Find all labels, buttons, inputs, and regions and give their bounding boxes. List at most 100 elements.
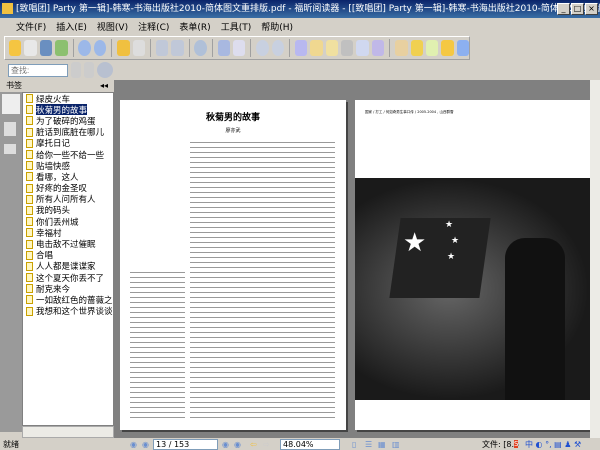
open-icon[interactable]: [9, 40, 22, 56]
bookmark-item[interactable]: 给你一些不给一些: [23, 149, 113, 160]
menu-tools[interactable]: 工具(T): [221, 20, 252, 33]
facing-button[interactable]: ▦: [378, 440, 386, 449]
email-icon[interactable]: [55, 40, 68, 56]
fit-page-icon[interactable]: [217, 40, 230, 56]
bookmark-item[interactable]: 幸福村: [23, 227, 113, 238]
bookmark-icon: [26, 250, 33, 260]
back-button[interactable]: ⇦: [250, 440, 257, 449]
document-area: 秋菊男的故事 廖亦武 国家 / 打工 / 何如奇男生事口传 / 2005.200…: [114, 80, 590, 438]
close-button[interactable]: ×: [585, 3, 598, 15]
snapshot-icon[interactable]: [371, 40, 385, 56]
zoom-out-icon[interactable]: [256, 40, 269, 56]
menu-comment[interactable]: 注释(C): [138, 20, 169, 33]
find-next-icon[interactable]: [84, 62, 94, 78]
typewriter-icon[interactable]: [356, 40, 369, 56]
find-icon[interactable]: [341, 40, 354, 56]
bookmark-item[interactable]: 所有人问所有人: [23, 194, 113, 205]
arrow-icon[interactable]: [456, 40, 470, 56]
article-body: [190, 140, 335, 422]
star-icon: ★: [403, 228, 427, 258]
bookmark-item[interactable]: 我想和这个世界谈谈: [23, 306, 113, 317]
bookmark-item[interactable]: 看哪，这人: [23, 171, 113, 183]
bookmark-label: 看哪，这人: [36, 172, 79, 183]
bookmark-label: 给你一些不给一些: [36, 150, 105, 161]
collapse-icon[interactable]: ◂◂: [100, 80, 108, 92]
last-page-button[interactable]: ◉: [234, 440, 241, 449]
ime-icon[interactable]: S: [514, 440, 519, 448]
bookmark-icon: [26, 273, 33, 283]
bookmark-item[interactable]: 一如敌红色的蔷薇之于夏: [23, 294, 113, 306]
article-sidenote: [130, 270, 185, 422]
bookmark-item[interactable]: 电击敌不过催眠: [23, 238, 113, 250]
forward-button[interactable]: ⇨: [263, 440, 270, 449]
minimize-button[interactable]: _: [557, 3, 570, 15]
ime-toolbar-icons[interactable]: 中 ◐ °, ▤ ♟ ⚒: [525, 439, 581, 450]
continuous-facing-button[interactable]: ▥: [392, 440, 400, 449]
bookmark-item[interactable]: 贴墙快感: [23, 160, 113, 171]
zoom-icon[interactable]: [194, 40, 207, 56]
bookmark-item[interactable]: 脏话到底脏在哪儿: [23, 127, 113, 138]
select-text-icon[interactable]: [310, 40, 323, 56]
rotate-right-icon[interactable]: [171, 40, 184, 56]
first-page-icon[interactable]: [78, 40, 91, 56]
rotate-left-icon[interactable]: [155, 40, 169, 56]
bookmark-item[interactable]: 耐克来今: [23, 283, 113, 294]
bookmark-icon: [26, 127, 33, 137]
zoom-in-icon[interactable]: [271, 40, 285, 56]
save-icon[interactable]: [24, 40, 37, 56]
bookmark-icon: [26, 239, 33, 249]
fit-width-icon[interactable]: [232, 40, 246, 56]
bookmark-label: 幸福村: [36, 228, 62, 239]
menu-view[interactable]: 视图(V): [97, 20, 128, 33]
continuous-button[interactable]: ☰: [365, 440, 372, 449]
next-page-button[interactable]: ◉: [222, 440, 229, 449]
annotation-icon[interactable]: [395, 40, 408, 56]
note-icon[interactable]: [441, 40, 454, 56]
menu-help[interactable]: 帮助(H): [261, 20, 293, 33]
bookmark-label: 人人都是谍谍家: [36, 262, 96, 272]
bookmark-item[interactable]: 这个夏天你丢不了: [23, 272, 113, 283]
bookmark-icon: [26, 183, 33, 193]
bookmark-item[interactable]: 摩托日记: [23, 138, 113, 149]
select-icon[interactable]: [325, 40, 339, 56]
article-title: 秋菊男的故事: [205, 113, 260, 123]
bookmark-item[interactable]: 人人都是谍谍家: [23, 261, 113, 272]
print-icon[interactable]: [39, 40, 53, 56]
pages-tab[interactable]: [4, 122, 16, 136]
text-box-icon[interactable]: [425, 40, 439, 56]
single-page-button[interactable]: ▯: [352, 440, 356, 449]
bookmark-icon: [26, 150, 33, 160]
menu-file[interactable]: 文件(F): [16, 20, 46, 33]
bookmark-label: 摩托日记: [36, 139, 71, 149]
bookmarks-tab[interactable]: [2, 94, 20, 114]
menu-form[interactable]: 表单(R): [179, 20, 210, 33]
bookmark-item[interactable]: 好疼的金圣叹: [23, 183, 113, 194]
hand-tool-icon[interactable]: [294, 40, 308, 56]
bookmark-item[interactable]: 我的码头: [23, 205, 113, 216]
bookmark-item[interactable]: 你们丢州城: [23, 216, 113, 227]
menu-insert[interactable]: 插入(E): [56, 20, 87, 33]
search-icon[interactable]: [97, 62, 113, 78]
first-page-button[interactable]: ◉: [130, 440, 137, 449]
pencil-icon[interactable]: [410, 40, 423, 56]
bookmark-item[interactable]: 秋菊男的故事: [23, 104, 113, 116]
bookmark-item[interactable]: 为了破碎的鸡蛋: [23, 115, 113, 127]
page-number-input[interactable]: 13 / 153: [153, 438, 218, 450]
bookmark-label: 耐克来今: [36, 284, 71, 295]
bookmark-item[interactable]: 合唱: [23, 250, 113, 261]
bookmark-icon: [26, 205, 33, 215]
layers-tab[interactable]: [4, 144, 16, 154]
horizontal-scrollbar[interactable]: [22, 426, 114, 438]
find-prev-icon[interactable]: [71, 62, 81, 78]
prev-page-button[interactable]: ◉: [142, 440, 149, 449]
vertical-scrollbar[interactable]: [590, 80, 600, 438]
zoom-select[interactable]: 48.04%: [280, 438, 340, 450]
bookmark-label: 好疼的金圣叹: [36, 184, 88, 194]
find-input[interactable]: [8, 63, 68, 77]
prev-page-icon[interactable]: [93, 40, 107, 56]
sidebar-tabs: [0, 92, 22, 432]
maximize-button[interactable]: □: [571, 3, 584, 15]
forward-icon[interactable]: [132, 40, 145, 56]
back-icon[interactable]: [117, 40, 130, 56]
bookmark-item[interactable]: 绿皮火车: [23, 93, 113, 104]
